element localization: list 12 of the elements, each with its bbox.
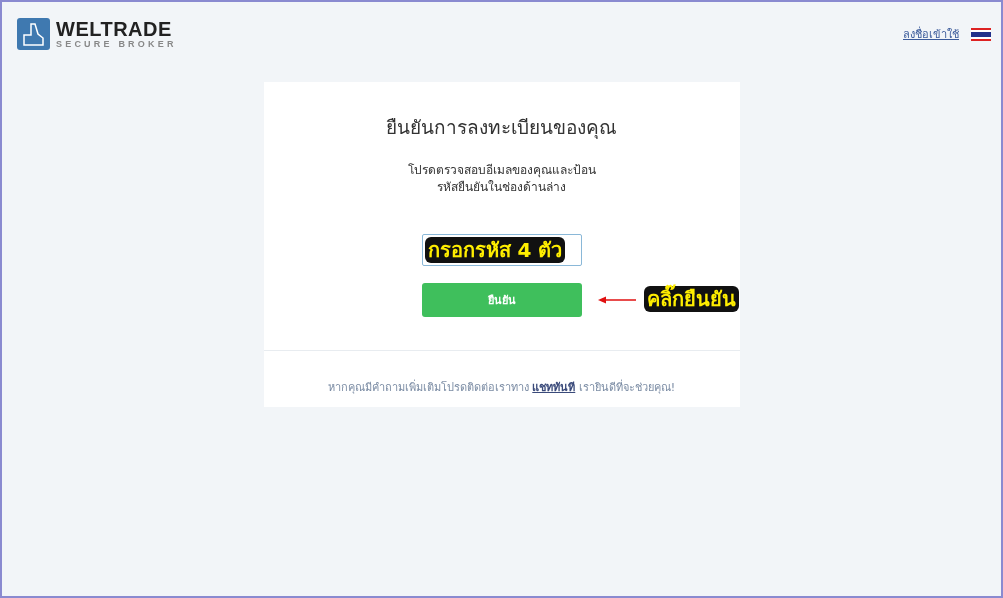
logo-name: WELTRADE	[56, 18, 173, 39]
chat-link[interactable]: แชททันที	[532, 381, 576, 394]
annotation-text: กรอกรหัส 4 ตัว	[424, 237, 566, 263]
logo-icon	[17, 18, 50, 50]
annotation-text: คลิ๊กยืนยัน	[643, 286, 739, 312]
logo-tagline: SECURE BROKER	[56, 38, 177, 50]
card-title: ยืนยันการลงทะเบียนของคุณ	[386, 115, 617, 141]
help-text: หากคุณมีคำถามเพิ่มเติมโปรดติดต่อเราทาง แชททันที เรายินดีที่จะช่วยคุณ!	[327, 378, 676, 396]
flag-icon[interactable]	[971, 27, 991, 41]
arrow-icon	[597, 295, 636, 305]
login-link[interactable]: ลงชื่อเข้าใช้	[903, 25, 959, 43]
instructions-text: โปรดตรวจสอบอีเมลของคุณและป้อน รหัสยืนยันในช่องด้านล่าง	[407, 162, 596, 196]
